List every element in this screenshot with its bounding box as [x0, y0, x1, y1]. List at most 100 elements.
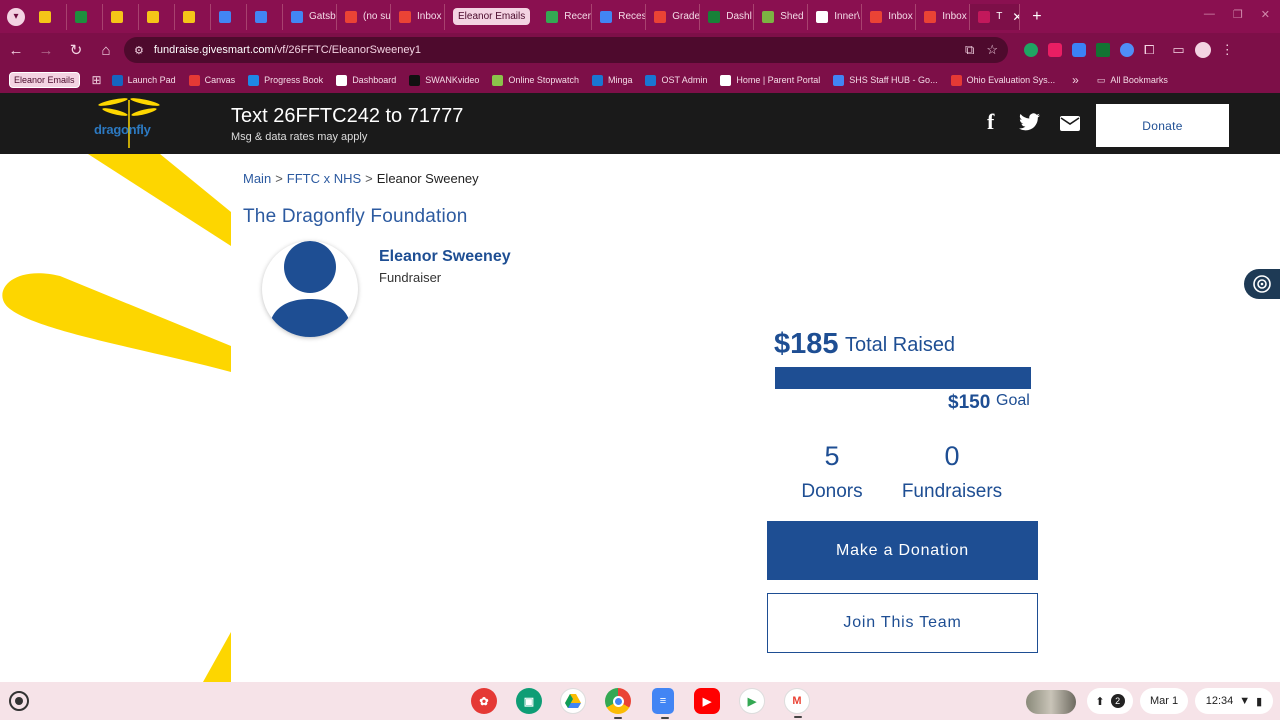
cast-extension-icon[interactable]: [1120, 43, 1134, 57]
browser-tab[interactable]: [247, 3, 283, 30]
browser-tab[interactable]: Inbox: [391, 3, 445, 30]
forward-icon[interactable]: →: [32, 42, 60, 59]
tab-title: (no su: [363, 11, 391, 22]
browser-tab[interactable]: Inbox: [862, 3, 917, 30]
profile-avatar-icon[interactable]: [1194, 42, 1211, 58]
breadcrumb-team-link[interactable]: FFTC x NHS: [287, 171, 361, 186]
browser-tab[interactable]: [139, 3, 175, 30]
menu-kebab-icon[interactable]: ⋮: [1221, 42, 1234, 58]
phone-hub-thumbnail[interactable]: [1026, 690, 1076, 714]
bookmark-item[interactable]: Ohio Evaluation Sys...: [950, 74, 1055, 86]
notification-tray[interactable]: ⬆ 2: [1087, 688, 1133, 714]
browser-tab[interactable]: [31, 3, 67, 30]
all-bookmarks-folder[interactable]: ▭ All Bookmarks: [1097, 75, 1168, 86]
browser-tab[interactable]: (no su: [337, 3, 391, 30]
bookmark-item[interactable]: SHS Staff HUB - Go...: [833, 74, 938, 86]
site-info-icon[interactable]: ⚙: [134, 44, 144, 57]
chrome-app-icon[interactable]: [605, 688, 631, 719]
header-donate-button[interactable]: Donate: [1096, 104, 1229, 147]
tab-title: Dashl: [726, 11, 752, 22]
address-bar[interactable]: ⚙ fundraise.givesmart.com/vf/26FFTC/Elea…: [124, 37, 1008, 63]
date-tray[interactable]: Mar 1: [1140, 688, 1188, 714]
sheets-extension-icon[interactable]: [1096, 43, 1110, 57]
reload-icon[interactable]: ↻: [62, 41, 90, 59]
docs-app-icon[interactable]: ≡: [652, 688, 674, 719]
browser-tab[interactable]: [175, 3, 211, 30]
launcher-button[interactable]: [9, 691, 29, 711]
gmail-app-icon[interactable]: M: [784, 688, 810, 718]
tab-favicon-icon: [600, 10, 613, 23]
bookmark-favicon-icon: [336, 74, 348, 86]
bookmark-item[interactable]: Canvas: [188, 74, 235, 86]
install-app-icon[interactable]: ⧉: [965, 42, 974, 58]
all-bookmarks-label: All Bookmarks: [1110, 75, 1168, 85]
browser-tab[interactable]: [67, 3, 103, 30]
bookmark-item[interactable]: SWANKvideo: [409, 74, 479, 86]
tab-title: Reces: [618, 11, 647, 22]
logo-text: dragonfly: [94, 122, 151, 137]
close-window-icon[interactable]: ✕: [1261, 8, 1270, 21]
user-silhouette-icon: [268, 241, 352, 337]
youtube-app-icon[interactable]: ▶: [694, 688, 720, 714]
browser-tab[interactable]: Shed: [754, 3, 809, 30]
breadcrumb-main-link[interactable]: Main: [243, 171, 271, 186]
browser-tab[interactable]: Eleanor Emails: [453, 4, 531, 30]
browser-tab[interactable]: Reces: [592, 3, 647, 30]
tab-search-icon[interactable]: ▾: [7, 7, 25, 26]
facebook-icon[interactable]: f: [987, 109, 994, 135]
bookmark-item[interactable]: Home | Parent Portal: [720, 74, 820, 86]
browser-tab[interactable]: [103, 3, 139, 30]
restore-icon[interactable]: ❐: [1233, 8, 1243, 21]
play-store-app-icon[interactable]: ▶: [739, 688, 765, 714]
tab-strip: ▾ Gatsb (no su Inbox Eleanor Emails Recer Rec…: [0, 0, 1280, 33]
minimize-icon[interactable]: —: [1204, 8, 1215, 21]
tab-favicon-icon: [75, 10, 87, 23]
browser-tab[interactable]: Inner\: [808, 3, 863, 30]
canvas-app-icon[interactable]: ✿: [471, 688, 497, 714]
organization-name[interactable]: The Dragonfly Foundation: [243, 206, 468, 228]
bookmark-item[interactable]: Online Stopwatch: [492, 74, 579, 86]
breadcrumb-current: Eleanor Sweeney: [376, 171, 479, 186]
browser-tab[interactable]: [211, 3, 247, 30]
browser-tab[interactable]: Inbox: [916, 3, 971, 30]
make-donation-button[interactable]: Make a Donation: [767, 521, 1038, 580]
bookmark-item[interactable]: OST Admin: [645, 74, 707, 86]
accessibility-widget-button[interactable]: [1244, 269, 1280, 299]
browser-tab[interactable]: Gatsb: [283, 3, 337, 30]
screencastify-extension-icon[interactable]: [1048, 43, 1062, 57]
bookmark-item[interactable]: Minga: [591, 74, 632, 86]
breadcrumb-separator-icon: >: [275, 171, 283, 186]
browser-tab[interactable]: Dashl: [700, 3, 755, 30]
browser-tab[interactable]: Grade: [646, 3, 701, 30]
status-tray[interactable]: 12:34 ▼ ▮: [1195, 688, 1273, 714]
classroom-app-icon[interactable]: ▣: [516, 688, 542, 714]
twitter-icon[interactable]: [1019, 113, 1040, 137]
drive-app-icon[interactable]: [560, 688, 586, 714]
bookmark-item[interactable]: Progress Book: [248, 74, 323, 86]
close-tab-icon[interactable]: ✕: [1012, 10, 1019, 24]
breadcrumb-separator-icon: >: [365, 171, 373, 186]
browser-tab[interactable]: T✕: [970, 3, 1021, 30]
email-icon[interactable]: [1060, 115, 1080, 137]
grammarly-extension-icon[interactable]: [1024, 43, 1038, 57]
bookmark-item[interactable]: Launch Pad: [111, 74, 176, 86]
extension-icon[interactable]: [1072, 43, 1086, 57]
new-tab-button[interactable]: +: [1032, 8, 1041, 26]
apps-grid-icon[interactable]: ⊞: [92, 73, 102, 87]
back-icon[interactable]: ←: [2, 42, 30, 59]
tab-favicon-icon: [399, 10, 411, 23]
more-bookmarks-button[interactable]: »: [1072, 73, 1079, 87]
bookmark-star-icon[interactable]: ☆: [986, 42, 998, 58]
extensions-puzzle-icon[interactable]: ⧠: [1144, 42, 1154, 58]
bookmark-item[interactable]: Dashboard: [336, 74, 396, 86]
cast-icon[interactable]: ▭: [1172, 42, 1184, 58]
home-icon[interactable]: ⌂: [92, 42, 120, 59]
target-icon: [1253, 275, 1271, 293]
site-header: dragonfly Text 26FFTC242 to 71777 Msg & …: [0, 93, 1280, 154]
browser-tab[interactable]: Recer: [538, 3, 593, 30]
bookmark-eleanor-emails[interactable]: Eleanor Emails: [9, 72, 80, 88]
dragonfly-logo[interactable]: dragonfly: [94, 96, 166, 152]
envelope-icon: [1060, 116, 1080, 131]
join-team-button[interactable]: Join This Team: [767, 593, 1038, 653]
bookmark-favicon-icon: [950, 74, 962, 86]
